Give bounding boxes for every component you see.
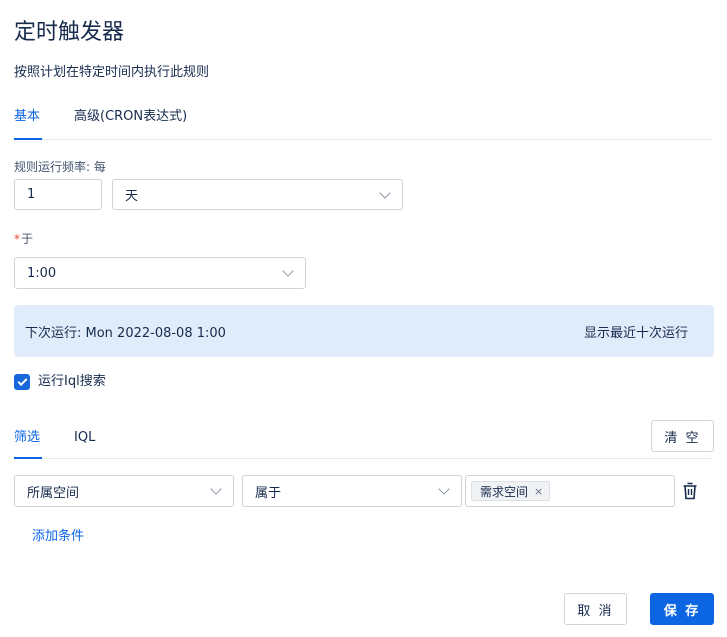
- check-icon: [17, 375, 27, 386]
- condition-operator-value: 属于: [255, 485, 282, 501]
- dialog-title: 定时触发器: [14, 20, 125, 45]
- at-time-label-text: 于: [21, 232, 34, 246]
- clear-button[interactable]: 清 空: [651, 420, 714, 452]
- required-mark: *: [14, 232, 20, 246]
- frequency-input[interactable]: 1: [14, 179, 102, 210]
- run-iql-label[interactable]: 运行Iql搜索: [38, 374, 106, 390]
- mode-tabs: 基本 高级(CRON表达式): [14, 100, 713, 140]
- next-run-banner: 下次运行: Mon 2022-08-08 1:00 显示最近十次运行: [14, 305, 714, 357]
- chevron-down-icon: [380, 190, 390, 200]
- chevron-down-icon: [439, 486, 449, 496]
- tab-iql[interactable]: IQL: [74, 429, 95, 447]
- value-tag: 需求空间 ×: [471, 481, 551, 501]
- condition-field-select[interactable]: 所属空间: [14, 475, 234, 507]
- condition-value-multiselect[interactable]: 需求空间 ×: [465, 475, 675, 507]
- time-select[interactable]: 1:00: [14, 257, 306, 289]
- tab-basic[interactable]: 基本: [14, 108, 40, 126]
- frequency-unit-value: 天: [125, 189, 139, 204]
- chevron-down-icon: [283, 268, 293, 278]
- show-last-ten-runs-link[interactable]: 显示最近十次运行: [584, 322, 688, 341]
- condition-field-value: 所属空间: [27, 485, 80, 501]
- filter-tab-active-indicator: [14, 457, 42, 459]
- add-condition-link[interactable]: 添加条件: [32, 529, 84, 545]
- condition-operator-select[interactable]: 属于: [242, 475, 462, 507]
- at-time-label: *于: [14, 231, 33, 247]
- dialog-subtitle: 按照计划在特定时间内执行此规则: [14, 65, 210, 80]
- tab-filter[interactable]: 筛选: [14, 429, 40, 447]
- run-iql-checkbox[interactable]: [14, 374, 30, 390]
- tab-advanced-cron[interactable]: 高级(CRON表达式): [74, 108, 187, 126]
- next-run-text: 下次运行: Mon 2022-08-08 1:00: [25, 325, 226, 341]
- frequency-unit-select[interactable]: 天: [112, 179, 403, 210]
- tab-active-indicator: [14, 138, 42, 140]
- tag-remove-icon[interactable]: ×: [534, 485, 543, 498]
- value-tag-label: 需求空间: [480, 484, 529, 499]
- save-button[interactable]: 保 存: [650, 593, 714, 625]
- cancel-button[interactable]: 取 消: [564, 593, 627, 625]
- filter-tabs: 筛选 IQL: [14, 419, 713, 459]
- time-value: 1:00: [27, 265, 57, 281]
- trash-icon[interactable]: [682, 482, 698, 500]
- chevron-down-icon: [211, 486, 221, 496]
- frequency-label: 规则运行频率: 每: [14, 160, 106, 174]
